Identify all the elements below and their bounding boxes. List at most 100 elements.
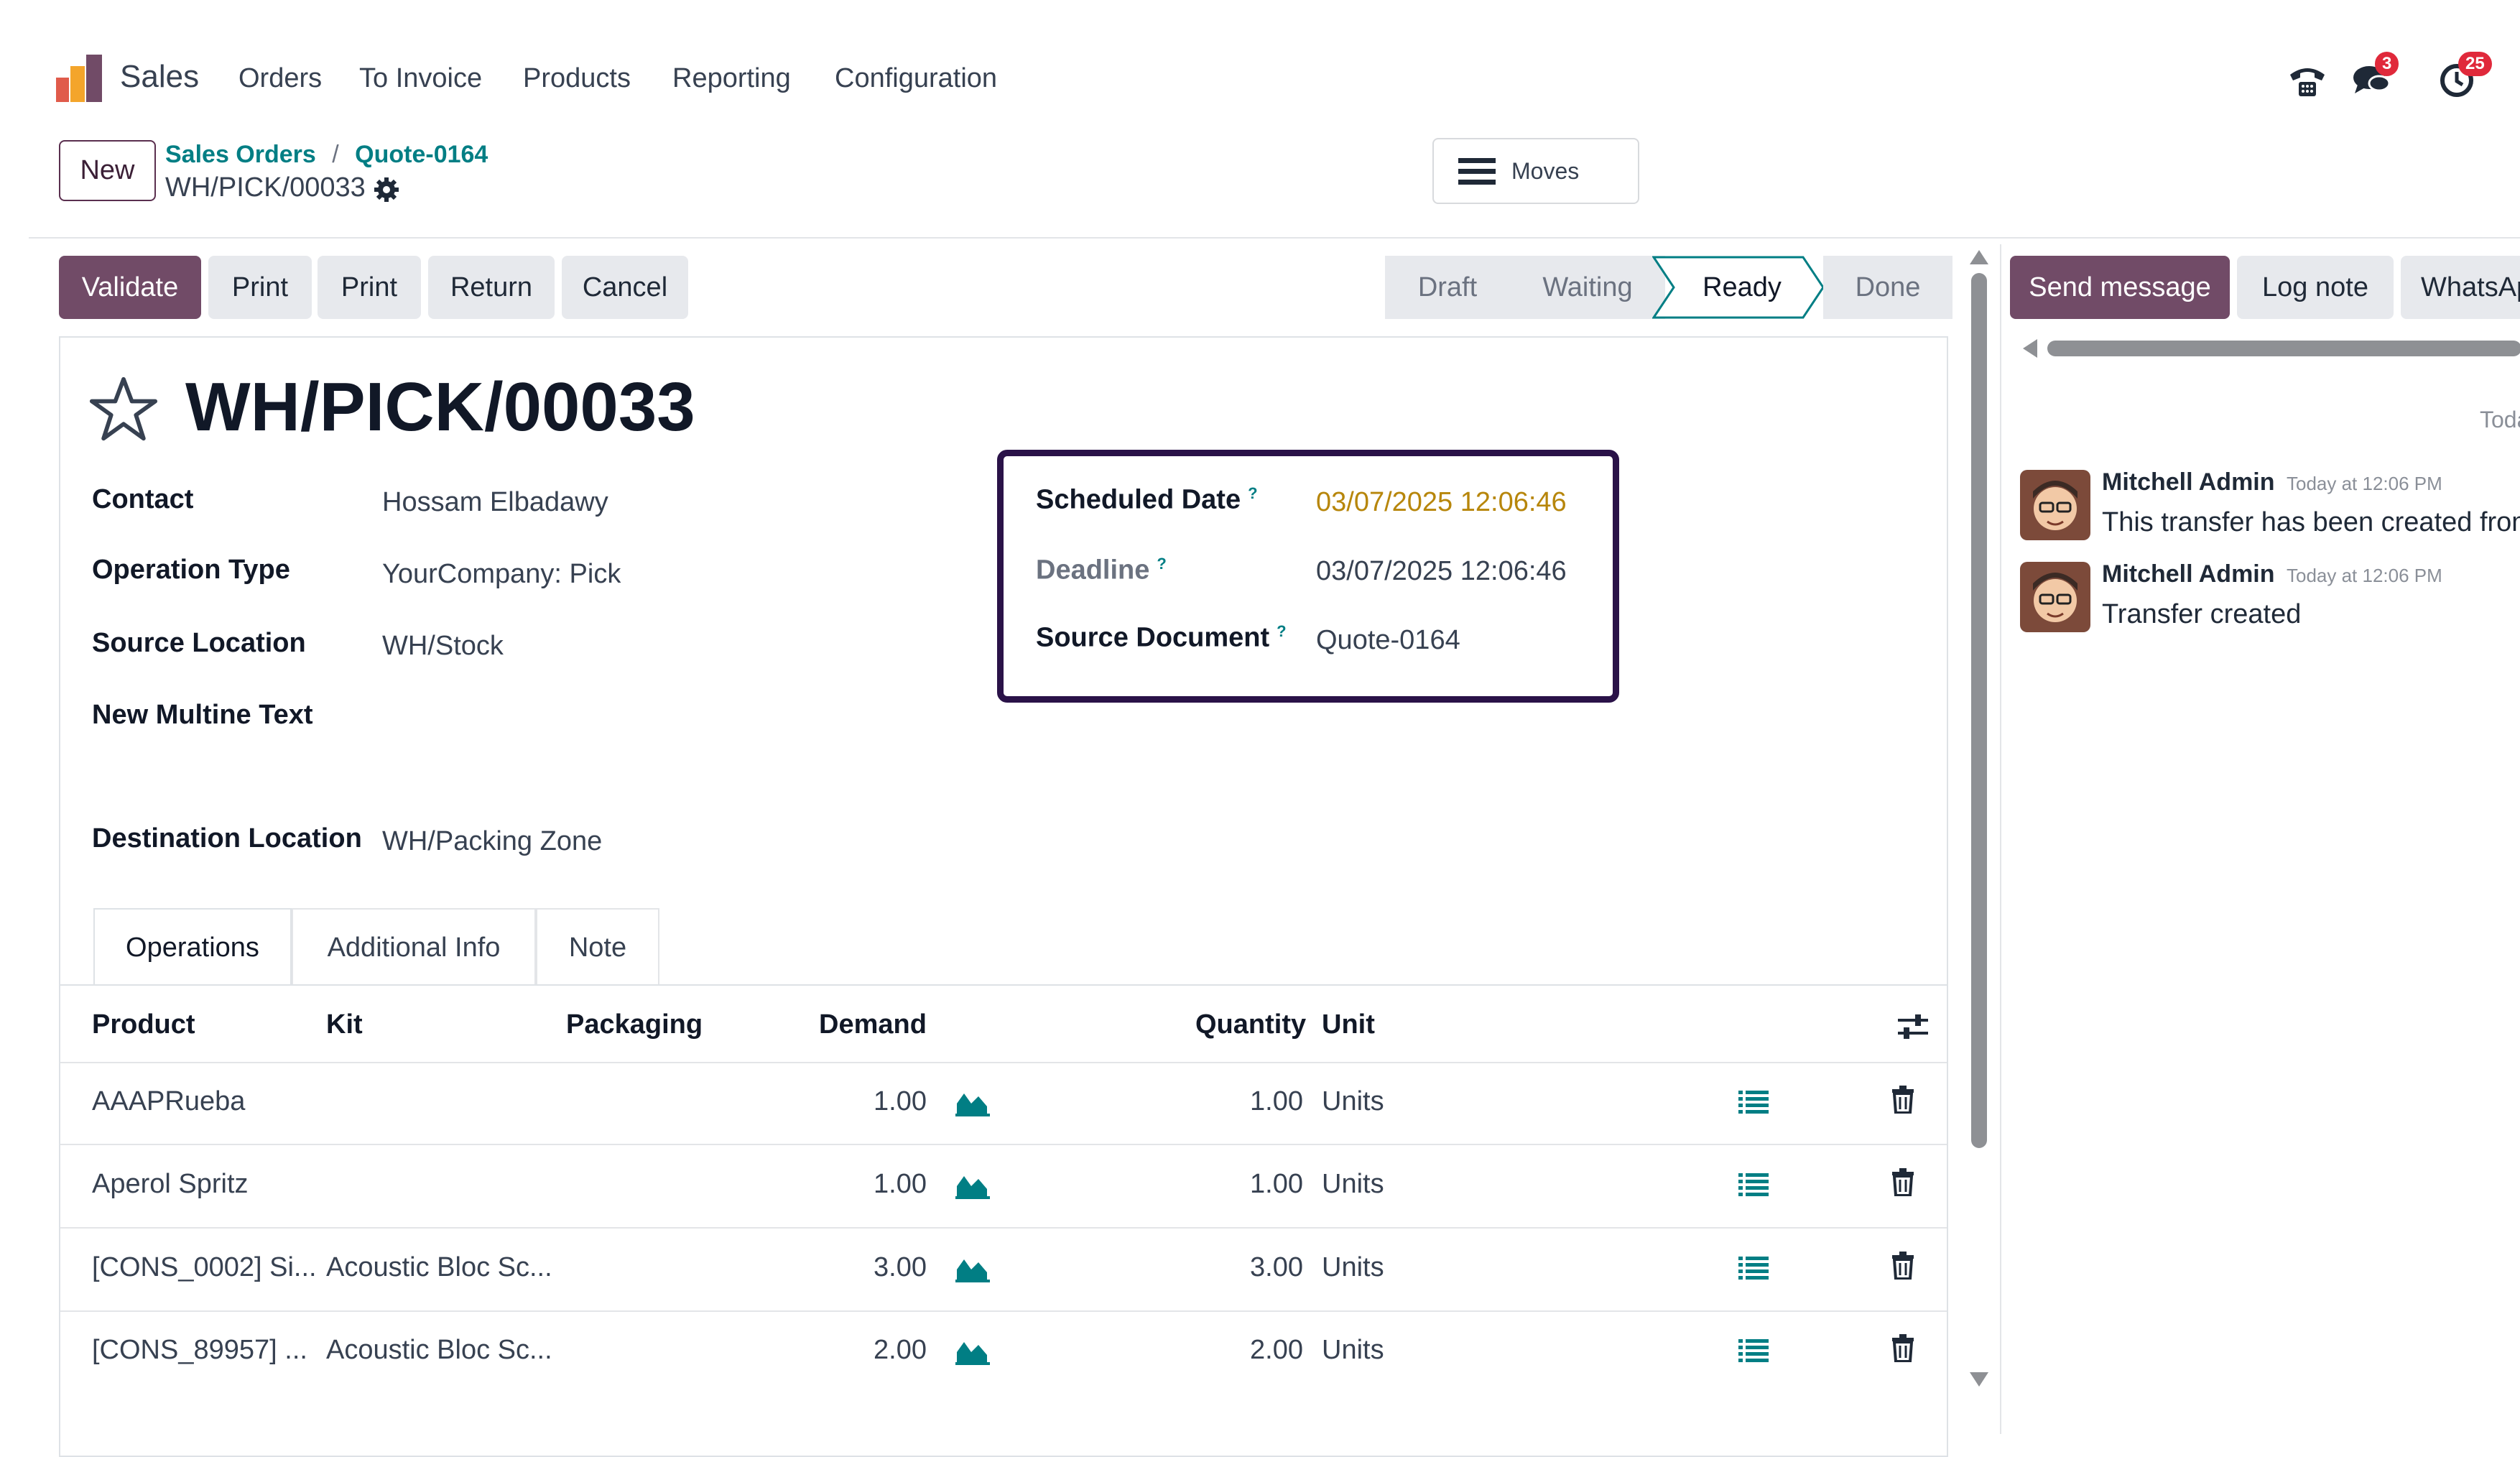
breadcrumb: Sales Orders / Quote-0164 — [165, 141, 488, 169]
quantity-cell[interactable]: 1.00 — [1157, 1169, 1303, 1200]
log-note-button[interactable]: Log note — [2237, 256, 2394, 319]
quantity-cell[interactable]: 2.00 — [1157, 1335, 1303, 1366]
col-product[interactable]: Product — [92, 1009, 195, 1040]
scheduled-date-value[interactable]: 03/07/2025 12:06:46 — [1316, 487, 1567, 518]
breadcrumb-quote[interactable]: Quote-0164 — [355, 141, 488, 168]
quantity-cell[interactable]: 3.00 — [1157, 1252, 1303, 1283]
menu-products[interactable]: Products — [523, 63, 631, 94]
unit-cell[interactable]: Units — [1322, 1252, 1384, 1283]
help-icon[interactable]: ? — [1157, 555, 1166, 573]
message-author[interactable]: Mitchell Admin — [2102, 468, 2275, 496]
stage-ready[interactable]: Ready — [1674, 256, 1810, 319]
avatar[interactable] — [2020, 470, 2090, 540]
menu-configuration[interactable]: Configuration — [835, 63, 997, 94]
unit-cell[interactable]: Units — [1322, 1169, 1384, 1200]
phone-icon[interactable] — [2286, 57, 2329, 101]
print-button-2[interactable]: Print — [318, 256, 421, 319]
trash-icon[interactable] — [1891, 1333, 1915, 1362]
tab-additional-info[interactable]: Additional Info — [292, 908, 536, 986]
new-button[interactable]: New — [59, 140, 156, 201]
stage-waiting[interactable]: Waiting — [1510, 256, 1665, 319]
menu-to-invoice[interactable]: To Invoice — [359, 63, 482, 94]
validate-button[interactable]: Validate — [59, 256, 201, 319]
stage-draft[interactable]: Draft — [1385, 256, 1510, 319]
whatsapp-button[interactable]: WhatsAp — [2401, 256, 2520, 319]
col-demand[interactable]: Demand — [819, 1009, 927, 1040]
new-multine-text-field[interactable] — [382, 700, 885, 786]
forecast-chart-icon[interactable] — [955, 1254, 990, 1282]
contact-value[interactable]: Hossam Elbadawy — [382, 487, 608, 518]
help-icon[interactable]: ? — [1277, 622, 1286, 640]
star-icon[interactable] — [89, 375, 158, 444]
menu-reporting[interactable]: Reporting — [672, 63, 791, 94]
details-list-icon[interactable] — [1738, 1089, 1769, 1115]
message-time: Today at 12:06 PM — [2286, 473, 2442, 494]
moves-label: Moves — [1511, 157, 1580, 184]
column-settings-icon[interactable] — [1896, 1010, 1930, 1043]
forecast-chart-icon[interactable] — [955, 1088, 990, 1116]
unit-cell[interactable]: Units — [1322, 1086, 1384, 1117]
details-list-icon[interactable] — [1738, 1255, 1769, 1281]
menu-orders[interactable]: Orders — [238, 63, 322, 94]
send-message-button[interactable]: Send message — [2010, 256, 2230, 319]
source-location-value[interactable]: WH/Stock — [382, 631, 504, 662]
trash-icon[interactable] — [1891, 1251, 1915, 1280]
date-separator: Toda — [2480, 407, 2520, 433]
source-document-label: Source Document? — [1036, 622, 1287, 653]
record-title: WH/PICK/00033 — [185, 369, 695, 445]
source-document-value[interactable]: Quote-0164 — [1316, 625, 1460, 656]
scroll-up-arrow-icon[interactable] — [1968, 249, 1990, 266]
product-cell[interactable]: [CONS_89957] ... — [92, 1335, 307, 1366]
tab-note[interactable]: Note — [536, 908, 659, 986]
kit-cell[interactable]: Acoustic Bloc Sc... — [326, 1335, 552, 1366]
message-time: Today at 12:06 PM — [2286, 565, 2442, 586]
scroll-down-arrow-icon[interactable] — [1968, 1371, 1990, 1388]
message-header: Mitchell Admin Today at 12:06 PM — [2102, 468, 2442, 496]
operation-type-label: Operation Type — [92, 555, 290, 585]
demand-cell[interactable]: 2.00 — [790, 1335, 927, 1366]
breadcrumb-sales-orders[interactable]: Sales Orders — [165, 141, 316, 168]
details-list-icon[interactable] — [1738, 1338, 1769, 1364]
stage-done[interactable]: Done — [1823, 256, 1952, 319]
col-quantity[interactable]: Quantity — [1195, 1009, 1306, 1040]
demand-cell[interactable]: 1.00 — [790, 1169, 927, 1200]
moves-button[interactable]: Moves — [1432, 138, 1639, 204]
gear-icon[interactable] — [372, 175, 401, 204]
message-body: Transfer created — [2102, 599, 2302, 629]
avatar[interactable] — [2020, 562, 2090, 632]
col-kit[interactable]: Kit — [326, 1009, 363, 1040]
forecast-chart-icon[interactable] — [955, 1336, 990, 1365]
print-button[interactable]: Print — [208, 256, 312, 319]
deadline-value[interactable]: 03/07/2025 12:06:46 — [1316, 556, 1567, 587]
source-location-label: Source Location — [92, 628, 306, 658]
form-scrollbar[interactable] — [1971, 273, 1987, 1148]
trash-icon[interactable] — [1891, 1085, 1915, 1114]
trash-icon[interactable] — [1891, 1167, 1915, 1196]
kit-cell[interactable]: Acoustic Bloc Sc... — [326, 1252, 552, 1283]
destination-location-value[interactable]: WH/Packing Zone — [382, 826, 602, 857]
unit-cell[interactable]: Units — [1322, 1335, 1384, 1366]
quantity-cell[interactable]: 1.00 — [1157, 1086, 1303, 1117]
app-name[interactable]: Sales — [120, 59, 199, 95]
demand-cell[interactable]: 1.00 — [790, 1086, 927, 1117]
return-button[interactable]: Return — [428, 256, 555, 319]
hamburger-icon — [1458, 158, 1496, 185]
breadcrumb-separator: / — [332, 141, 339, 168]
operation-type-value[interactable]: YourCompany: Pick — [382, 559, 621, 590]
odoo-sales-logo-icon[interactable] — [55, 53, 105, 103]
help-icon[interactable]: ? — [1248, 484, 1257, 502]
col-unit[interactable]: Unit — [1322, 1009, 1375, 1040]
destination-location-label: Destination Location — [92, 823, 362, 854]
chatter-scrollbar[interactable] — [2047, 341, 2520, 356]
cancel-button[interactable]: Cancel — [562, 256, 688, 319]
product-cell[interactable]: AAAPRueba — [92, 1086, 245, 1117]
tab-operations[interactable]: Operations — [93, 908, 292, 986]
forecast-chart-icon[interactable] — [955, 1170, 990, 1199]
message-author[interactable]: Mitchell Admin — [2102, 560, 2275, 588]
demand-cell[interactable]: 3.00 — [790, 1252, 927, 1283]
col-packaging[interactable]: Packaging — [566, 1009, 703, 1040]
product-cell[interactable]: Aperol Spritz — [92, 1169, 249, 1200]
scroll-left-arrow-icon[interactable] — [2021, 338, 2039, 359]
product-cell[interactable]: [CONS_0002] Si... — [92, 1252, 317, 1283]
details-list-icon[interactable] — [1738, 1172, 1769, 1198]
